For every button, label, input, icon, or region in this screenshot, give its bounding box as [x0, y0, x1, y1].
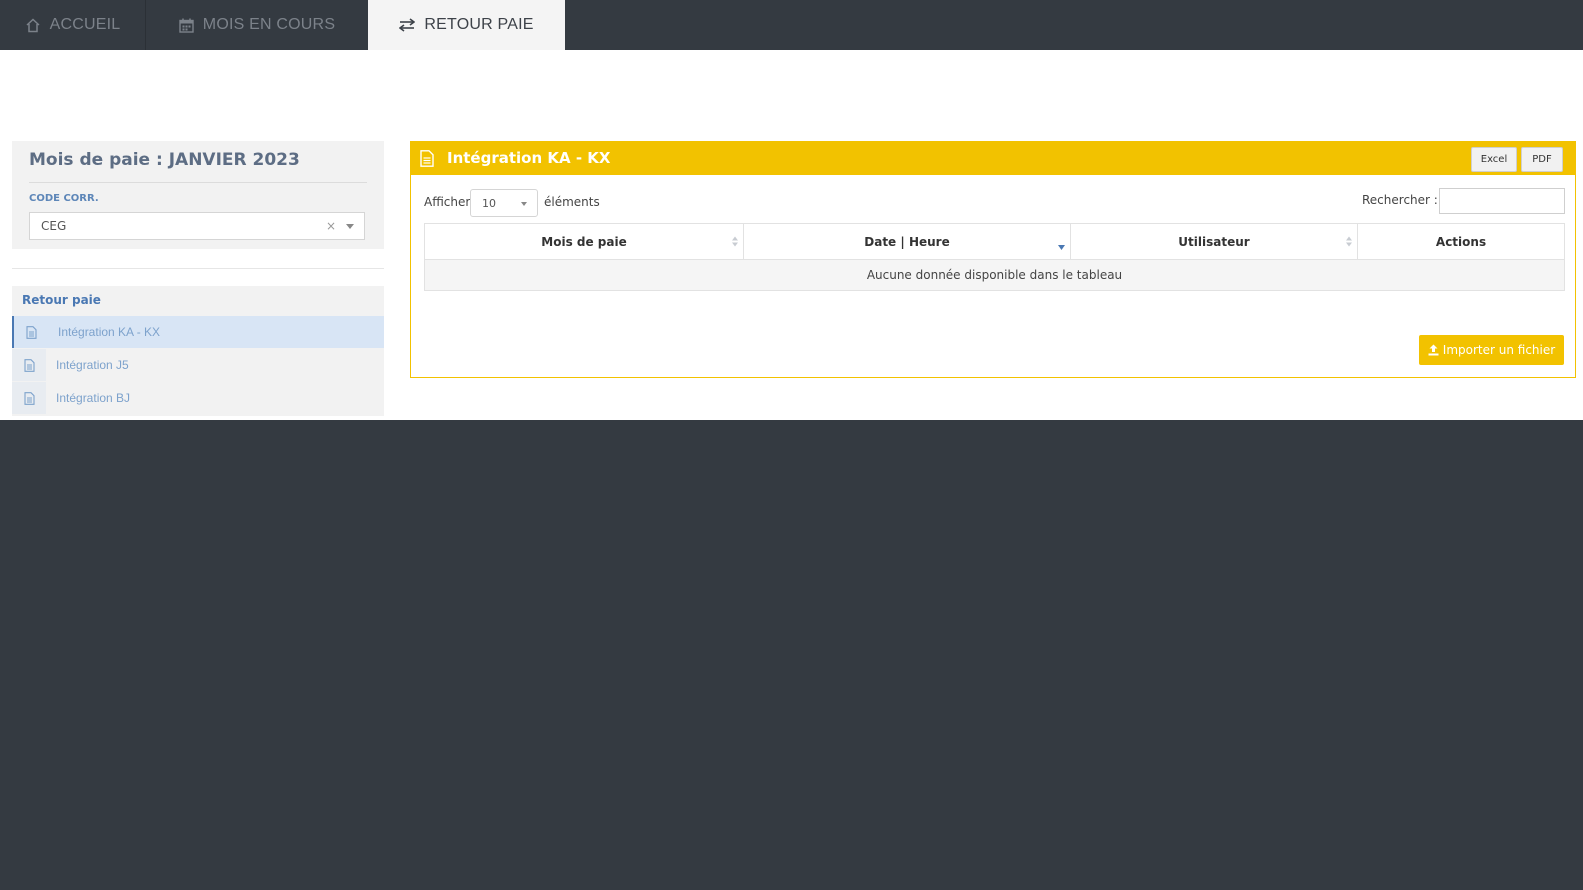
page-length-select[interactable]: 10: [470, 189, 538, 217]
chevron-down-icon: [521, 202, 527, 206]
empty-table-message: Aucune donnée disponible dans le tableau: [425, 260, 1564, 290]
sidebar-divider: [12, 268, 384, 269]
menu-item-integration-j5[interactable]: Intégration J5: [12, 349, 384, 381]
upload-icon: [1428, 344, 1439, 356]
column-header-actions: Actions: [1358, 224, 1564, 259]
file-icon: [12, 382, 46, 414]
column-header-utilisateur[interactable]: Utilisateur: [1071, 224, 1358, 259]
search-input[interactable]: [1439, 188, 1565, 214]
column-header-label: Utilisateur: [1178, 234, 1250, 249]
excel-button[interactable]: Excel: [1471, 147, 1517, 172]
page-length-value: 10: [482, 197, 496, 210]
main-content: Mois de paie : JANVIER 2023 CODE CORR. C…: [0, 50, 1583, 420]
home-icon: [25, 17, 41, 33]
payroll-month-card: Mois de paie : JANVIER 2023 CODE CORR. C…: [12, 141, 384, 249]
column-header-label: Mois de paie: [541, 234, 627, 249]
file-icon: [420, 150, 434, 171]
menu-item-label: Intégration BJ: [56, 391, 131, 405]
top-navigation: ACCUEIL MOIS EN COURS RETOUR PAIE: [0, 0, 1583, 50]
tab-mois-en-cours[interactable]: MOIS EN COURS: [146, 0, 368, 50]
clear-icon[interactable]: ×: [326, 219, 336, 233]
panel-header: Intégration KA - KX Excel PDF: [411, 142, 1575, 175]
menu-item-integration-ka-kx[interactable]: Intégration KA - KX: [12, 316, 384, 348]
panel-title: Intégration KA - KX: [447, 149, 611, 167]
chevron-down-icon[interactable]: [346, 224, 354, 229]
sort-both-icon: [732, 236, 738, 250]
menu-item-label: Intégration J5: [56, 358, 129, 372]
file-icon: [12, 349, 46, 381]
column-header-mois-de-paie[interactable]: Mois de paie: [425, 224, 744, 259]
sort-desc-icon: [1058, 240, 1065, 254]
calendar-icon: [179, 18, 194, 33]
data-table: Mois de paie Date | Heure Utilisateur Ac…: [424, 223, 1565, 291]
exchange-icon: [399, 18, 416, 32]
column-header-date-heure[interactable]: Date | Heure: [744, 224, 1071, 259]
tab-accueil[interactable]: ACCUEIL: [0, 0, 146, 50]
column-header-label: Date | Heure: [864, 234, 950, 249]
payroll-month-title: Mois de paie : JANVIER 2023: [29, 150, 300, 170]
tab-retour-paie-label: RETOUR PAIE: [424, 16, 534, 33]
menu-item-label: Intégration KA - KX: [58, 325, 161, 339]
tab-mois-en-cours-label: MOIS EN COURS: [202, 16, 336, 33]
pdf-button[interactable]: PDF: [1521, 147, 1563, 172]
retour-paie-menu: Retour paie Intégration KA - KX Intégrat…: [12, 286, 384, 416]
integration-panel: Intégration KA - KX Excel PDF Afficher 1…: [410, 141, 1576, 378]
tab-retour-paie[interactable]: RETOUR PAIE: [368, 0, 565, 50]
card-divider: [29, 182, 367, 183]
code-corr-label: CODE CORR.: [29, 193, 99, 204]
code-corr-value: CEG: [41, 219, 67, 233]
import-file-label: Importer un fichier: [1442, 343, 1556, 357]
code-corr-select[interactable]: CEG ×: [29, 212, 365, 240]
menu-title: Retour paie: [22, 293, 101, 307]
import-file-button[interactable]: Importer un fichier: [1419, 335, 1564, 365]
sort-both-icon: [1346, 236, 1352, 250]
file-icon: [14, 316, 48, 348]
search-label: Rechercher :: [1362, 193, 1438, 207]
tab-accueil-label: ACCUEIL: [49, 16, 121, 33]
elements-label: éléments: [544, 195, 600, 209]
show-label: Afficher: [424, 195, 471, 209]
menu-item-integration-bj[interactable]: Intégration BJ: [12, 382, 384, 414]
column-header-label: Actions: [1435, 234, 1487, 249]
